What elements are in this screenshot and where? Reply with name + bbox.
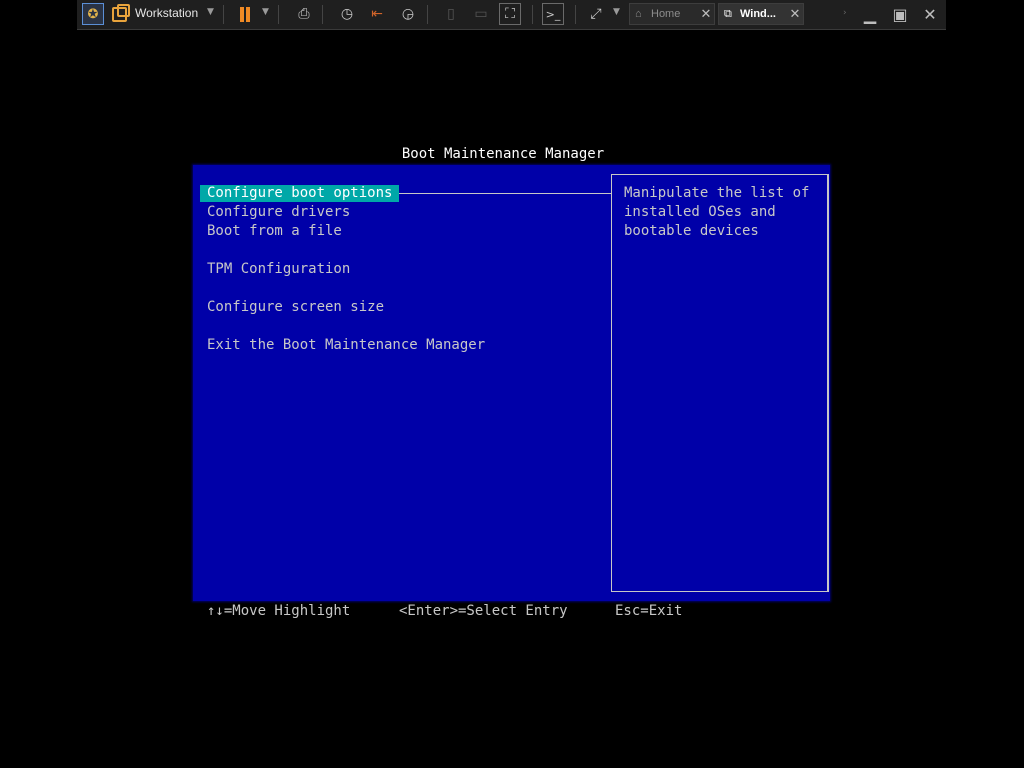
tab-windows-vm[interactable]: ⧉ Wind... ✕ [718,3,804,25]
close-window-icon[interactable]: ✕ [917,2,943,26]
tab-home-label: Home [651,8,681,20]
toolbar-divider [575,5,576,24]
bios-title: Boot Maintenance Manager [401,146,605,162]
close-icon[interactable]: ✕ [787,6,803,22]
toolbar-divider [223,5,224,24]
help-panel: Manipulate the list of installed OSes an… [611,174,829,592]
send-ctrl-alt-del-icon[interactable]: ⎙ [293,3,315,25]
toolbar-divider [278,5,279,24]
menu-item-boot-from-file[interactable]: Boot from a file [200,223,349,240]
minimize-icon[interactable]: ▁ [857,2,883,26]
workstation-menu-chevron-icon[interactable]: ▼ [207,7,214,17]
menu-item-configure-drivers[interactable]: Configure drivers [200,204,357,221]
help-text-line: installed OSes and [624,204,776,220]
power-menu-chevron-icon[interactable]: ▼ [262,7,269,17]
menu-item-configure-boot-options[interactable]: Configure boot options [200,185,400,202]
footer-move-highlight: ↑↓=Move Highlight [207,603,351,619]
tab-scroll-right-icon[interactable]: › [843,8,847,18]
menu-item-exit[interactable]: Exit the Boot Maintenance Manager [200,337,492,354]
menu-item-configure-screen-size[interactable]: Configure screen size [200,299,391,316]
home-icon: ⌂ [635,8,642,20]
tab-windows-vm-label: Wind... [740,8,776,20]
menu-connector-line [392,193,612,194]
workstation-menu-label[interactable]: Workstation [135,6,198,20]
help-text-line: Manipulate the list of [624,185,810,201]
footer-select-entry: <Enter>=Select Entry [399,603,568,619]
stretch-guest-icon[interactable]: ⤢ [585,3,607,25]
vmware-toolbar: ✪ Workstation ▼ ▼ ⎙ ◷ ⇤ ◶ ▯ ▭ ⛶ >_ ⤢ ▼ ⌂… [77,0,946,30]
pin-icon[interactable]: ✪ [82,3,104,25]
tab-home[interactable]: ⌂ Home ✕ [629,3,715,25]
footer-exit: Esc=Exit [615,603,683,619]
vm-icon: ⧉ [724,7,732,20]
full-screen-icon[interactable]: ⛶ [499,3,521,25]
stretch-menu-chevron-icon[interactable]: ▼ [613,7,620,17]
toolbar-divider [322,5,323,24]
toolbar-divider [532,5,533,24]
toolbar-divider [427,5,428,24]
thumbnail-view-icon[interactable]: ▭ [470,3,492,25]
snapshot-icon[interactable]: ◷ [336,3,358,25]
menu-item-tpm-configuration[interactable]: TPM Configuration [200,261,357,278]
help-text-line: bootable devices [624,223,759,239]
snapshot-manager-icon[interactable]: ◶ [397,3,419,25]
revert-snapshot-icon[interactable]: ⇤ [366,3,388,25]
close-icon[interactable]: ✕ [698,6,714,22]
workstation-logo-icon[interactable] [108,3,130,25]
restore-icon[interactable]: ▣ [887,2,913,26]
console-view-icon[interactable]: >_ [542,3,564,25]
library-view-icon[interactable]: ▯ [440,3,462,25]
pause-icon[interactable] [234,3,256,25]
